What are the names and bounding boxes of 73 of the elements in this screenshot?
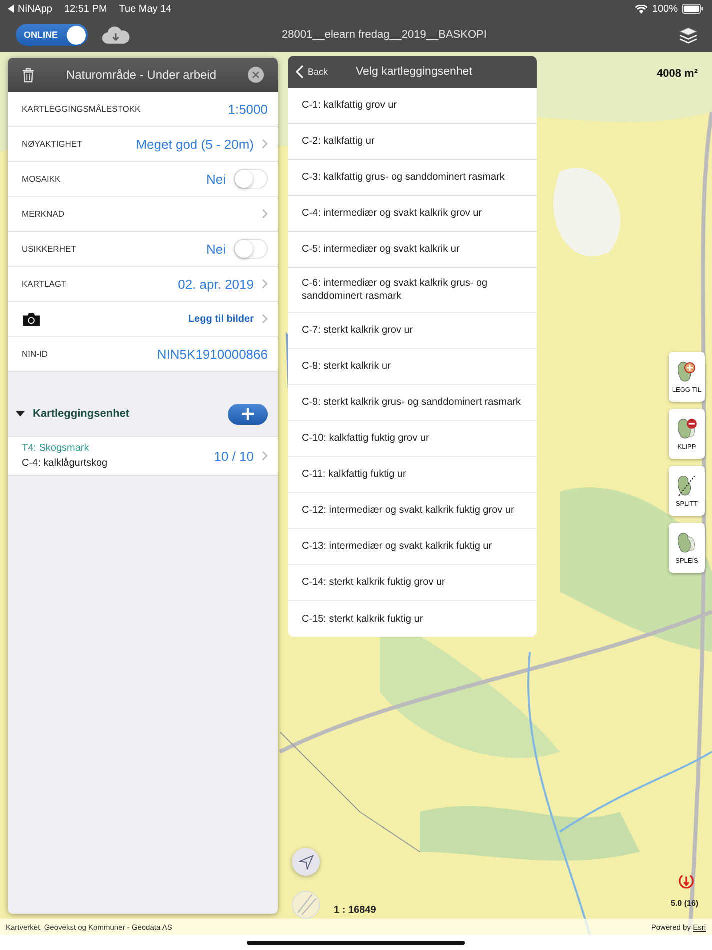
form-row[interactable]: MERKNAD [8,197,278,232]
add-button[interactable] [228,404,268,424]
form-row[interactable]: USIKKERHET Nei [8,232,278,267]
field-label: MOSAIKK [22,174,61,184]
panel-title: Naturområde - Under arbeid [65,68,218,82]
gps-accuracy-icon [678,873,695,890]
field-value[interactable]: 02. apr. 2019 [178,276,254,292]
online-toggle[interactable]: ONLINE [16,24,88,46]
battery-percent: 100% [652,4,678,14]
list-item[interactable]: C-8: sterkt kalkrik ur [288,349,537,385]
back-app-link[interactable]: NiNApp [18,4,52,14]
list-item[interactable]: C-2: kalkfattig ur [288,124,537,160]
type-label: T4: Skogsmark [22,443,90,454]
field-label: NIN-ID [22,349,48,359]
list-item[interactable]: C-1: kalkfattig grov ur [288,88,537,124]
field-value[interactable]: NIN5K1910000866 [157,346,268,362]
unit-label: C-4: kalklågurtskog [22,458,108,469]
shape-minus-icon [675,417,699,441]
list-item[interactable]: C-5: intermediær og svakt kalkrik ur [288,232,537,268]
close-icon[interactable] [248,67,264,83]
gps-accuracy: 5.0 (16) [671,899,699,908]
form-row[interactable]: NIN-ID NIN5K1910000866 [8,337,278,372]
list-item[interactable]: C-14: sterkt kalkrik fuktig grov ur [288,565,537,601]
navigation-arrow-icon [298,854,314,870]
field-value[interactable]: 1:5000 [228,102,268,116]
disclosure-triangle-icon[interactable] [16,411,25,417]
trash-icon[interactable] [22,68,35,82]
toggle-switch[interactable] [234,169,268,189]
list-item[interactable]: C-13: intermediær og svakt kalkrik fuktig ur [288,529,537,565]
picker-title: Velg kartleggingsenhet [356,66,472,78]
field-value[interactable]: Nei [206,242,226,256]
list-item[interactable]: C-6: intermediær og svakt kalkrik grus- og sanddominert rasmark [288,268,537,313]
list-item[interactable]: C-3: kalkfattig grus- og sanddominert rasmark [288,160,537,196]
wifi-icon [635,4,648,14]
status-date: Tue May 14 [119,4,172,14]
map-scale: 1 : 16849 [334,905,376,916]
form-row[interactable]: KARTLAGT 02. apr. 2019 [8,267,278,302]
project-title: 28001__elearn fredag__2019__BASKOPI [281,29,488,41]
count-label: 10 / 10 [214,448,254,464]
status-time: 12:51 PM [64,4,108,14]
list-item[interactable]: C-9: sterkt kalkrik grus- og sanddominert rasmark [288,385,537,421]
list-item[interactable]: C-4: intermediær og svakt kalkrik grov ur [288,196,537,232]
field-label: NØYAKTIGHET [22,139,82,149]
list-item[interactable]: C-11: kalkfattig fuktig ur [288,457,537,493]
list-item[interactable]: C-12: intermediær og svakt kalkrik fuktig grov ur [288,493,537,529]
list-item[interactable]: C-7: sterkt kalkrik grov ur [288,313,537,349]
battery-icon [682,4,704,14]
field-label: MERKNAD [22,209,65,219]
chevron-left-icon [296,65,304,79]
field-value[interactable]: Meget god (5 - 20m) [136,136,254,152]
back-arrow-icon[interactable] [8,5,14,13]
field-label: KARTLEGGINGSMÅLESTOKK [22,104,141,114]
field-label: KARTLAGT [22,279,67,289]
list-item[interactable]: C-10: kalkfattig fuktig grov ur [288,421,537,457]
section-title: Kartleggingsenhet [33,408,131,420]
layers-icon[interactable] [679,26,698,44]
camera-icon[interactable] [22,312,41,326]
add-photos-link[interactable]: Legg til bilder [188,314,254,324]
back-button[interactable]: Back [296,65,328,79]
toggle-switch[interactable] [234,239,268,259]
form-row[interactable]: Legg til bilder [8,302,278,337]
field-value[interactable]: Nei [206,172,226,186]
plus-icon [242,408,254,420]
list-item[interactable]: C-15: sterkt kalkrik fuktig ur [288,601,537,637]
mapping-unit-row[interactable]: T4: Skogsmark C-4: kalklågurtskog 10 / 10 [8,437,278,476]
form-row[interactable]: KARTLEGGINGSMÅLESTOKK 1:5000 [8,92,278,127]
form-row[interactable]: NØYAKTIGHET Meget god (5 - 20m) [8,127,278,162]
chevron-icon [262,451,268,461]
cloud-download-icon[interactable] [102,26,130,44]
basemap-thumbnail[interactable] [292,891,320,919]
area-readout: 4008 m² [657,68,698,80]
field-label: USIKKERHET [22,244,76,254]
form-row[interactable]: MOSAIKK Nei [8,162,278,197]
